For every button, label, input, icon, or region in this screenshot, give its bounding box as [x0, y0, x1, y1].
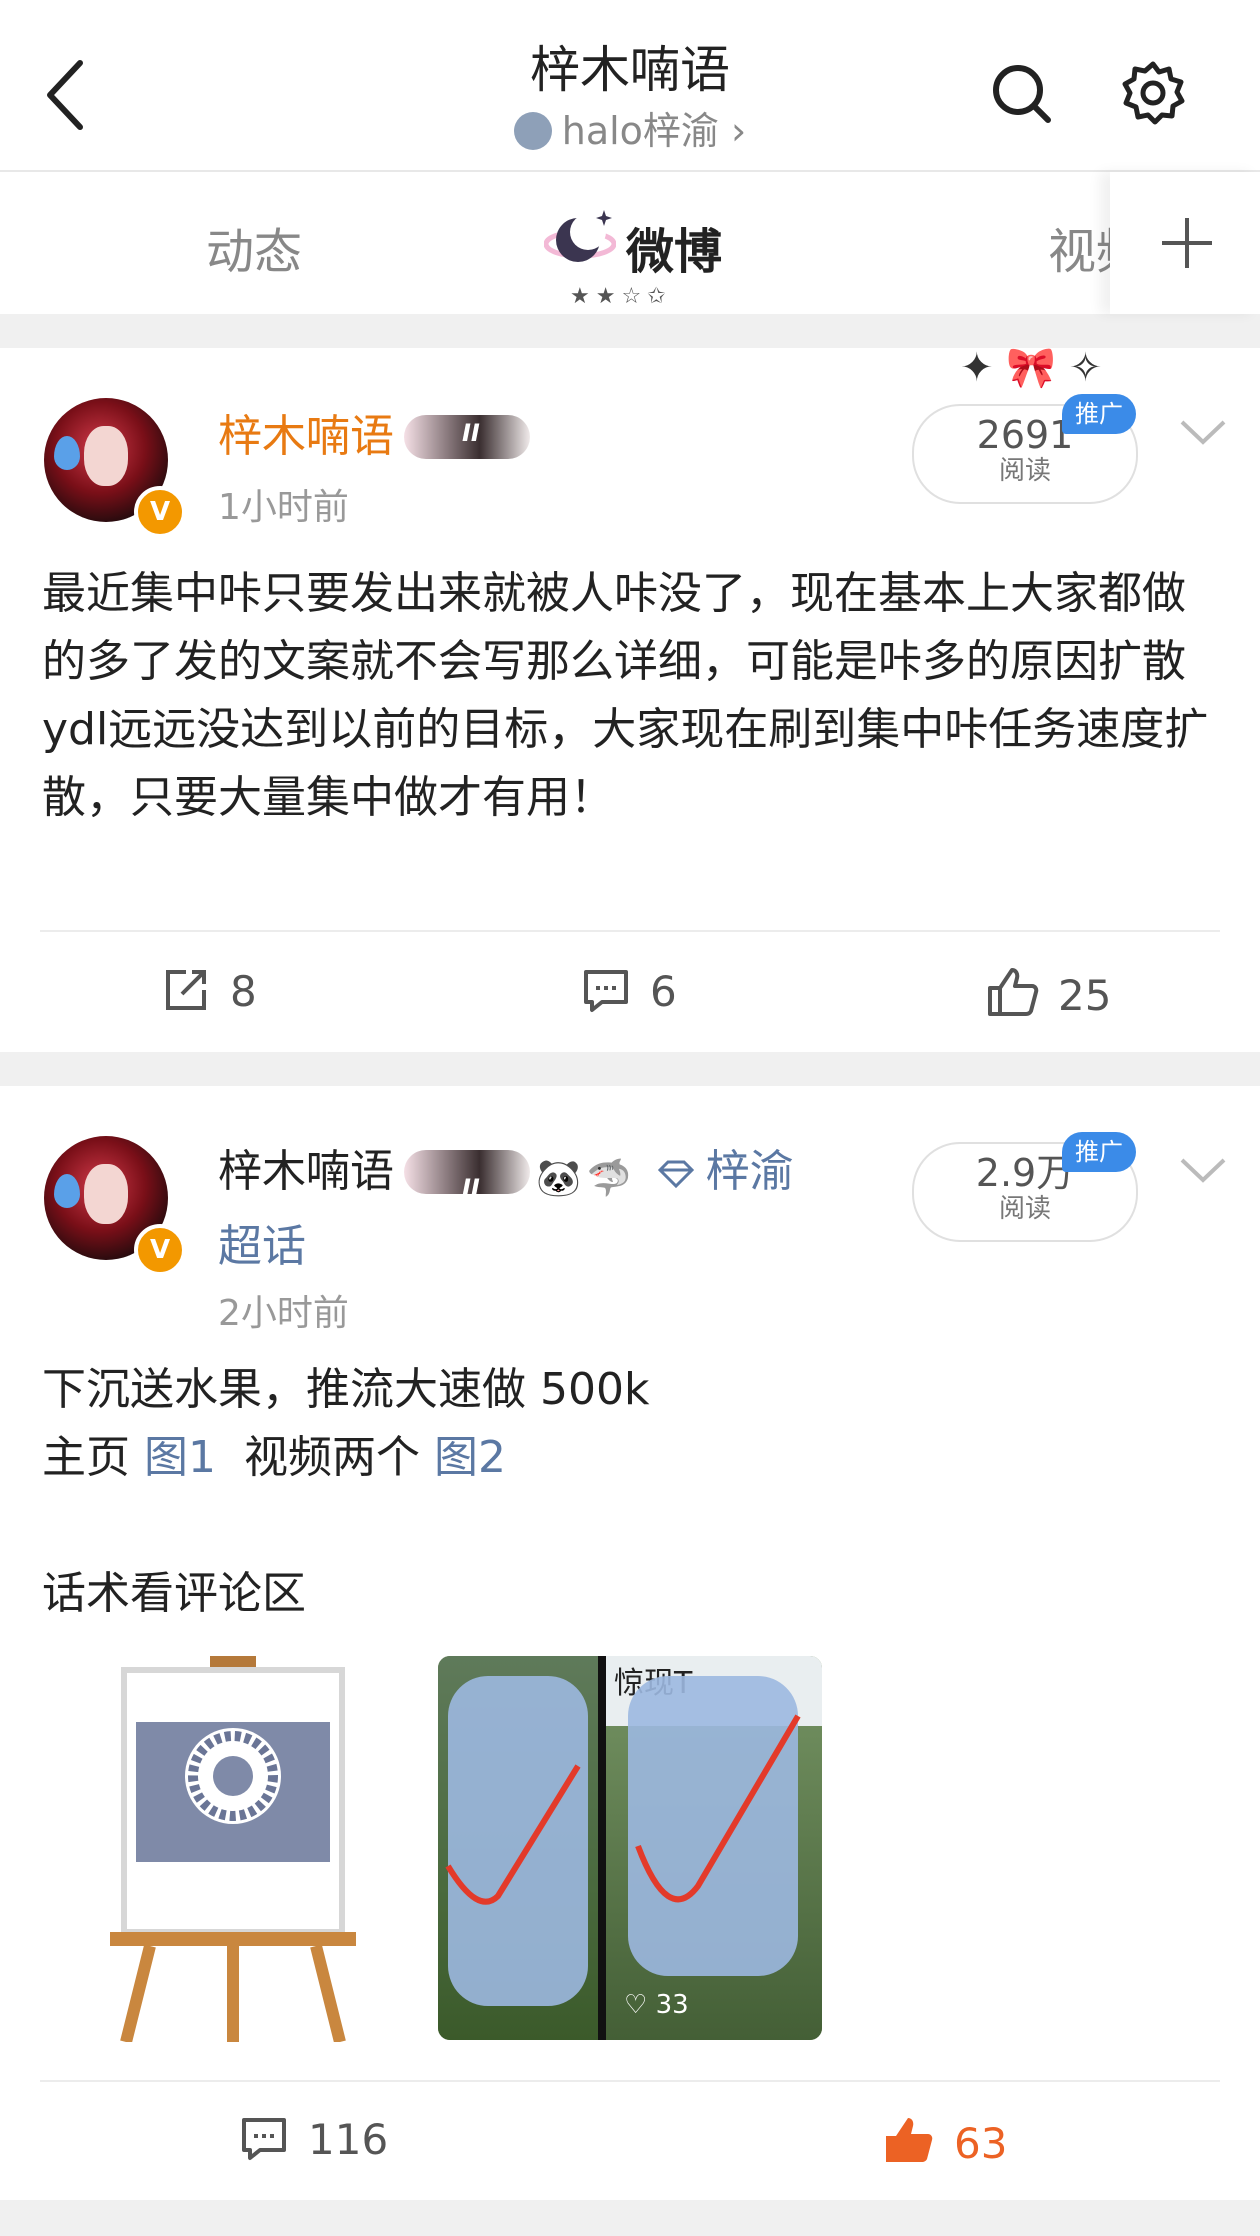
author-name[interactable]: 梓木喃语: [218, 1146, 394, 1197]
moon-icon: [543, 204, 617, 276]
plus-icon: [1162, 218, 1212, 268]
add-tab-button[interactable]: [1110, 172, 1260, 314]
post-time: 2小时前: [218, 1293, 349, 1334]
comment-button[interactable]: 116: [238, 2112, 388, 2164]
verified-badge: V: [134, 486, 186, 538]
water-drop-icon: [54, 1174, 80, 1208]
body-line: 下沉送水果，推流大速做 500k: [42, 1364, 650, 1415]
comment-icon: [584, 970, 628, 1012]
super-topic-link[interactable]: halo梓渝 ›: [0, 100, 1260, 155]
chevron-down-icon[interactable]: [1178, 1156, 1228, 1186]
member-badge: II: [404, 415, 530, 459]
like-count: 25: [1058, 971, 1112, 1020]
comment-button[interactable]: 6: [580, 964, 677, 1016]
bow-decoration: ✦ 🎀 ✧: [960, 345, 1103, 391]
chevron-down-icon[interactable]: [1178, 418, 1228, 448]
body-line: 话术看评论区: [42, 1568, 306, 1619]
like-button[interactable]: 63: [880, 2112, 1007, 2168]
comment-icon: [242, 2118, 286, 2160]
verified-badge: V: [134, 1224, 186, 1276]
page-title: 梓木喃语: [530, 41, 730, 99]
super-topic-icon: [513, 112, 552, 150]
comment-count: 116: [308, 2115, 389, 2164]
thumbs-up-icon: [886, 2118, 933, 2162]
like-button[interactable]: 25: [984, 964, 1111, 1020]
promo-badge[interactable]: 推广: [1062, 1132, 1136, 1172]
share-icon: [166, 970, 206, 1010]
tab-stars-indicator: ★★☆✩: [570, 284, 672, 309]
qr-easel-image[interactable]: [110, 1656, 356, 2042]
post-time: 1小时前: [218, 487, 349, 528]
image-link-2[interactable]: 图2: [434, 1432, 506, 1483]
chevron-right-icon: ›: [731, 109, 747, 153]
avatar[interactable]: V: [36, 390, 186, 538]
search-icon[interactable]: [986, 58, 1056, 128]
tab-video[interactable]: 视频: [1048, 212, 1110, 282]
author-line: 梓木喃语 II 🐼 🦈 梓渝 超话: [218, 1138, 868, 1281]
divider: [40, 2080, 1220, 2082]
divider: [40, 930, 1220, 932]
read-label: 阅读: [998, 1194, 1051, 1224]
shark-icon: 🦈: [586, 1158, 632, 1199]
tab-weibo[interactable]: 微博: [626, 212, 722, 282]
tab-bar: 动态 微博 ★★☆✩ 视频: [0, 172, 1260, 314]
member-badge: II: [404, 1150, 530, 1202]
tab-dynamic[interactable]: 动态: [206, 212, 302, 282]
water-drop-icon: [54, 436, 80, 470]
diamond-icon: [657, 1160, 694, 1189]
video-screenshot-image[interactable]: 惊现T ♡ 33: [438, 1656, 822, 2040]
post-card: V 梓木喃语 II 1小时前 ✦ 🎀 ✧ 2691 阅读 推广 最近集中咔只要发出…: [0, 345, 1260, 1052]
repost-button[interactable]: 8: [160, 964, 257, 1016]
like-count: 63: [954, 2119, 1008, 2168]
panda-icon: 🐼: [536, 1158, 581, 1199]
read-label: 阅读: [998, 456, 1051, 486]
red-check-marks: [445, 1714, 801, 1905]
body-line: 主页 图1 视频两个 图2: [42, 1432, 506, 1483]
promo-badge[interactable]: 推广: [1062, 394, 1136, 434]
author-name-text: 梓木喃语: [218, 411, 394, 462]
comment-count: 6: [650, 967, 677, 1016]
avatar[interactable]: V: [36, 1128, 186, 1276]
video-like-count: ♡ 33: [624, 1990, 689, 2020]
image-link-1[interactable]: 图1: [144, 1432, 216, 1483]
super-topic-name: halo梓渝: [561, 109, 719, 153]
gear-icon[interactable]: [1118, 58, 1188, 128]
repost-count: 8: [230, 967, 257, 1016]
post-body: 下沉送水果，推流大速做 500k 主页 图1 视频两个 图2 话术看评论区: [42, 1356, 1222, 1628]
thumbs-up-icon: [988, 968, 1039, 1016]
post-body: 最近集中咔只要发出来就被人咔没了，现在基本上大家都做的多了发的文案就不会写那么详…: [42, 568, 1209, 823]
top-bar: 梓木喃语 halo梓渝 ›: [0, 0, 1260, 172]
author-name[interactable]: 梓木喃语 II: [218, 400, 530, 464]
